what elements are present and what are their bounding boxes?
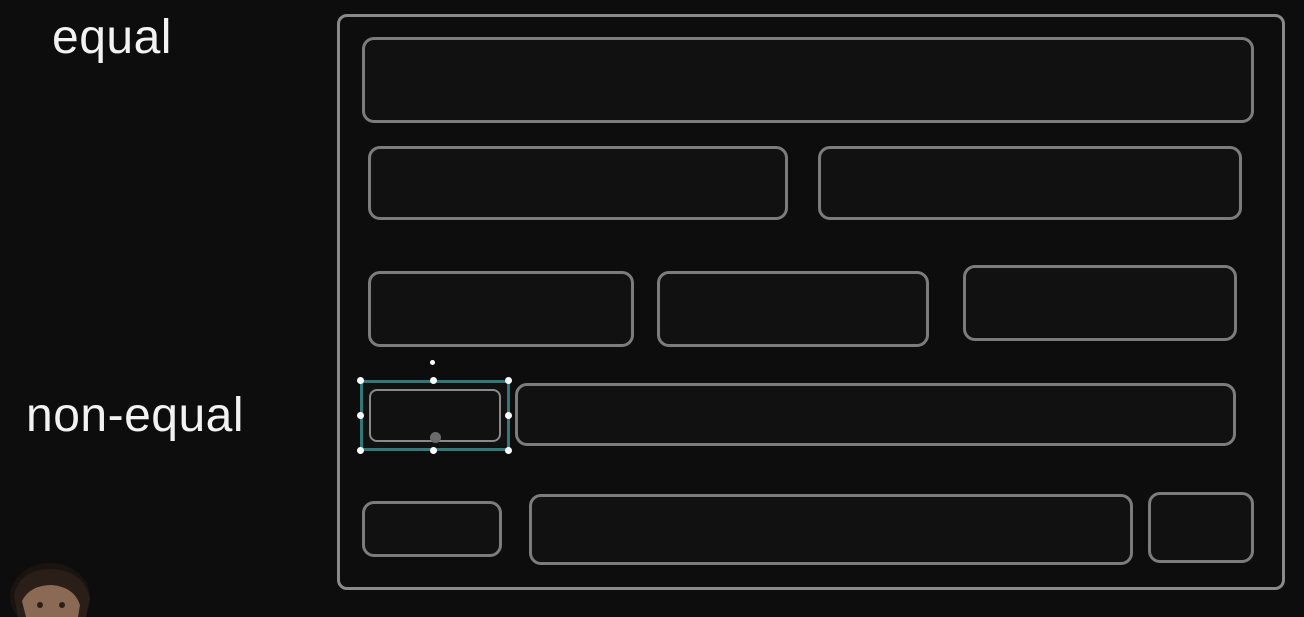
resize-handle-e[interactable] — [505, 412, 512, 419]
row4-box-2[interactable] — [515, 383, 1236, 446]
row2-box-1[interactable] — [368, 146, 788, 220]
rotate-handle[interactable] — [430, 360, 435, 365]
resize-handle-se[interactable] — [505, 447, 512, 454]
row1-box[interactable] — [362, 37, 1254, 123]
resize-handle-sw[interactable] — [357, 447, 364, 454]
resize-handle-w[interactable] — [357, 412, 364, 419]
resize-handle-nw[interactable] — [357, 377, 364, 384]
selection-center-dot — [430, 432, 441, 443]
row2-box-2[interactable] — [818, 146, 1242, 220]
row3-box-1[interactable] — [368, 271, 634, 347]
row5-box-3[interactable] — [1148, 492, 1254, 563]
label-equal: equal — [52, 11, 172, 64]
resize-handle-ne[interactable] — [505, 377, 512, 384]
resize-handle-s[interactable] — [430, 447, 437, 454]
row3-box-3[interactable] — [963, 265, 1237, 341]
label-non-equal: non-equal — [26, 389, 245, 442]
presenter-avatar — [10, 563, 90, 617]
row5-box-1[interactable] — [362, 501, 502, 557]
resize-handle-n[interactable] — [430, 377, 437, 384]
row5-box-2[interactable] — [529, 494, 1133, 565]
row3-box-2[interactable] — [657, 271, 929, 347]
